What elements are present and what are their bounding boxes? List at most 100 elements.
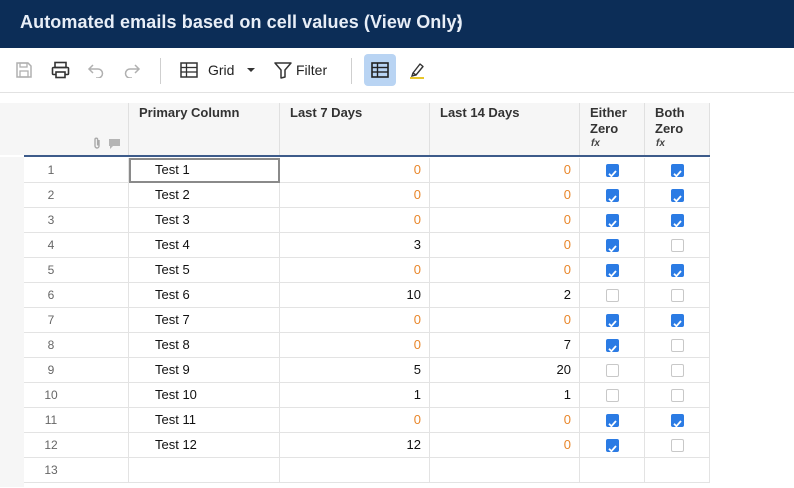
checkbox-checked[interactable] [605, 313, 619, 328]
last-14-days-cell[interactable]: 0 [430, 258, 580, 283]
either-zero-cell[interactable] [580, 183, 645, 208]
last-7-days-cell[interactable]: 12 [280, 433, 430, 458]
both-zero-cell[interactable] [645, 408, 710, 433]
both-zero-cell[interactable] [645, 183, 710, 208]
more-options-icon[interactable]: ⋮ [450, 12, 468, 33]
last-14-days-cell[interactable]: 7 [430, 333, 580, 358]
last-14-days-cell[interactable]: 20 [430, 358, 580, 383]
either-zero-cell[interactable] [580, 458, 645, 483]
primary-cell[interactable]: Test 11 [129, 408, 280, 433]
save-icon[interactable] [12, 56, 36, 84]
either-zero-cell[interactable] [580, 158, 645, 183]
both-zero-cell[interactable] [645, 433, 710, 458]
both-zero-cell[interactable] [645, 158, 710, 183]
last-7-days-cell[interactable]: 0 [280, 408, 430, 433]
both-zero-cell[interactable] [645, 333, 710, 358]
both-zero-cell[interactable] [645, 283, 710, 308]
redo-icon[interactable] [120, 56, 144, 84]
both-zero-cell[interactable] [645, 208, 710, 233]
either-zero-cell[interactable] [580, 308, 645, 333]
last-7-days-cell[interactable]: 0 [280, 208, 430, 233]
last-14-days-cell[interactable]: 0 [430, 233, 580, 258]
column-header-either-zero[interactable]: Either Zero fx [580, 103, 645, 155]
column-header-primary[interactable]: Primary Column [129, 103, 280, 155]
checkbox-checked[interactable] [670, 213, 684, 228]
primary-cell[interactable] [129, 458, 280, 483]
checkbox-checked[interactable] [605, 213, 619, 228]
both-zero-cell[interactable] [645, 358, 710, 383]
checkbox-checked[interactable] [670, 263, 684, 278]
primary-cell[interactable]: Test 7 [129, 308, 280, 333]
either-zero-cell[interactable] [580, 383, 645, 408]
checkbox-unchecked[interactable] [605, 388, 619, 402]
column-header-last-7-days[interactable]: Last 7 Days [280, 103, 430, 155]
checkbox-checked[interactable] [605, 338, 619, 353]
either-zero-cell[interactable] [580, 358, 645, 383]
both-zero-cell[interactable] [645, 383, 710, 408]
checkbox-unchecked[interactable] [670, 288, 684, 302]
checkbox-unchecked[interactable] [670, 238, 684, 252]
grid-view-button[interactable] [364, 54, 396, 86]
checkbox-unchecked[interactable] [670, 388, 684, 402]
primary-cell[interactable]: Test 12 [129, 433, 280, 458]
filter-button[interactable]: Filter [274, 56, 334, 84]
checkbox-checked[interactable] [605, 238, 619, 253]
checkbox-unchecked[interactable] [670, 338, 684, 352]
checkbox-checked[interactable] [670, 188, 684, 203]
checkbox-checked[interactable] [670, 163, 684, 178]
view-selector[interactable]: Grid [180, 56, 262, 84]
checkbox-checked[interactable] [605, 438, 619, 453]
print-icon[interactable] [48, 56, 72, 84]
highlight-changes-icon[interactable] [404, 56, 430, 84]
checkbox-checked[interactable] [605, 413, 619, 428]
either-zero-cell[interactable] [580, 258, 645, 283]
checkbox-unchecked[interactable] [670, 438, 684, 452]
checkbox-unchecked[interactable] [605, 363, 619, 377]
last-14-days-cell[interactable] [430, 458, 580, 483]
last-14-days-cell[interactable]: 1 [430, 383, 580, 408]
undo-icon[interactable] [84, 56, 108, 84]
checkbox-unchecked[interactable] [605, 288, 619, 302]
checkbox-checked[interactable] [605, 188, 619, 203]
last-14-days-cell[interactable]: 0 [430, 308, 580, 333]
column-header-last-14-days[interactable]: Last 14 Days [430, 103, 580, 155]
primary-cell[interactable]: Test 3 [129, 208, 280, 233]
checkbox-checked[interactable] [670, 413, 684, 428]
either-zero-cell[interactable] [580, 433, 645, 458]
both-zero-cell[interactable] [645, 308, 710, 333]
last-7-days-cell[interactable] [280, 458, 430, 483]
last-14-days-cell[interactable]: 0 [430, 158, 580, 183]
primary-cell[interactable]: Test 1 [129, 158, 280, 183]
checkbox-unchecked[interactable] [670, 363, 684, 377]
last-7-days-cell[interactable]: 0 [280, 333, 430, 358]
last-14-days-cell[interactable]: 0 [430, 183, 580, 208]
both-zero-cell[interactable] [645, 258, 710, 283]
either-zero-cell[interactable] [580, 408, 645, 433]
both-zero-cell[interactable] [645, 233, 710, 258]
last-7-days-cell[interactable]: 0 [280, 158, 430, 183]
column-header-both-zero[interactable]: Both Zero fx [645, 103, 710, 155]
last-7-days-cell[interactable]: 5 [280, 358, 430, 383]
primary-cell[interactable]: Test 9 [129, 358, 280, 383]
checkbox-checked[interactable] [670, 313, 684, 328]
both-zero-cell[interactable] [645, 458, 710, 483]
last-14-days-cell[interactable]: 0 [430, 433, 580, 458]
checkbox-checked[interactable] [605, 163, 619, 178]
primary-cell[interactable]: Test 8 [129, 333, 280, 358]
checkbox-checked[interactable] [605, 263, 619, 278]
last-14-days-cell[interactable]: 0 [430, 408, 580, 433]
either-zero-cell[interactable] [580, 208, 645, 233]
either-zero-cell[interactable] [580, 233, 645, 258]
last-7-days-cell[interactable]: 10 [280, 283, 430, 308]
primary-cell[interactable]: Test 5 [129, 258, 280, 283]
last-7-days-cell[interactable]: 3 [280, 233, 430, 258]
primary-cell[interactable]: Test 4 [129, 233, 280, 258]
primary-cell[interactable]: Test 10 [129, 383, 280, 408]
last-7-days-cell[interactable]: 0 [280, 308, 430, 333]
either-zero-cell[interactable] [580, 333, 645, 358]
primary-cell[interactable]: Test 2 [129, 183, 280, 208]
either-zero-cell[interactable] [580, 283, 645, 308]
last-14-days-cell[interactable]: 0 [430, 208, 580, 233]
last-14-days-cell[interactable]: 2 [430, 283, 580, 308]
primary-cell[interactable]: Test 6 [129, 283, 280, 308]
